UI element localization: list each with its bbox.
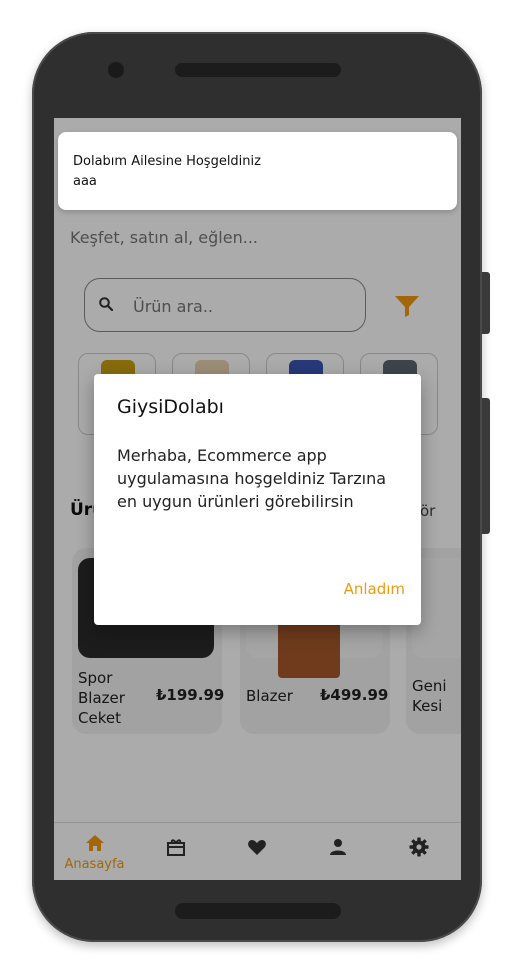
notification-title: Dolabım Ailesine Hoşgeldiniz bbox=[73, 154, 261, 169]
app-screen: Keşfet, satın al, eğlen... Ürü ör Spor B… bbox=[54, 118, 461, 880]
phone-speaker bbox=[175, 63, 341, 77]
dialog-title: GiysiDolabı bbox=[117, 396, 224, 418]
notification-message: aaa bbox=[73, 174, 97, 189]
phone-volume-button bbox=[482, 398, 490, 534]
welcome-dialog: GiysiDolabı Merhaba, Ecommerce app uygul… bbox=[94, 374, 421, 625]
phone-bottom-bar bbox=[175, 903, 341, 919]
dialog-ok-button[interactable]: Anladım bbox=[344, 580, 405, 598]
dialog-message: Merhaba, Ecommerce app uygulamasına hoşg… bbox=[117, 446, 387, 511]
phone-power-button bbox=[482, 272, 490, 334]
notification-banner[interactable]: Dolabım Ailesine Hoşgeldiniz aaa bbox=[58, 132, 457, 210]
phone-camera bbox=[108, 62, 124, 78]
